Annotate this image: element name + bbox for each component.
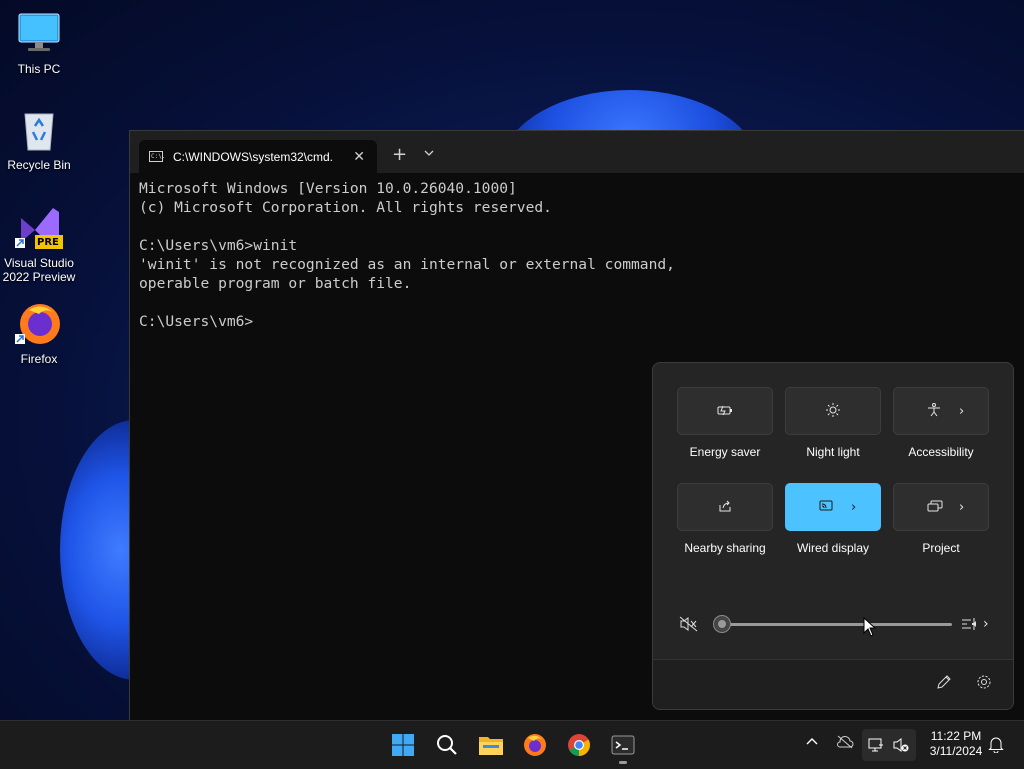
start-icon[interactable] [387, 729, 419, 761]
tile-project[interactable]: › [893, 483, 989, 531]
tile-wired-display[interactable]: › [785, 483, 881, 531]
file-explorer-icon[interactable] [475, 729, 507, 761]
share-icon [718, 499, 732, 516]
tile-label: Accessibility [908, 445, 974, 459]
desktop-icon-firefox[interactable]: Firefox [1, 300, 77, 366]
network-wired-icon [868, 737, 884, 757]
desktop-icon-this-pc[interactable]: This PC [1, 10, 77, 76]
energy-saver-icon [717, 404, 733, 419]
console-output[interactable]: Microsoft Windows [Version 10.0.26040.10… [139, 179, 675, 331]
tile-night-light[interactable] [785, 387, 881, 435]
tile-label: Project [922, 541, 960, 555]
tile-label: Nearby sharing [684, 541, 766, 555]
chevron-right-icon[interactable]: › [959, 500, 964, 515]
firefox-icon[interactable] [519, 729, 551, 761]
close-tab-icon[interactable]: ✕ [353, 149, 365, 165]
cmd-icon: C:\. [149, 151, 166, 162]
audio-output-icon[interactable] [961, 616, 979, 636]
desktop-icon-visual-studio[interactable]: PRE Visual Studio 2022 Preview [1, 204, 77, 284]
desktop-icon-recycle-bin[interactable]: Recycle Bin [1, 106, 77, 172]
tile-nearby-sharing[interactable] [677, 483, 773, 531]
desktop-icon-label: Visual Studio 2022 Preview [2, 256, 76, 284]
monitor-icon [15, 10, 63, 58]
tile-energy-saver[interactable] [677, 387, 773, 435]
volume-slider-track[interactable] [722, 623, 952, 626]
volume-muted-icon[interactable] [679, 616, 699, 636]
cast-icon [819, 500, 833, 515]
new-tab-button[interactable]: + [392, 144, 407, 165]
accessibility-icon [927, 402, 941, 420]
clock-time: 11:22 PM [930, 729, 982, 743]
terminal-icon[interactable] [607, 729, 639, 761]
volume-slider-thumb[interactable] [713, 615, 731, 633]
preview-badge: PRE [37, 237, 59, 248]
quick-settings-tray-button[interactable] [862, 729, 916, 761]
edit-pencil-icon[interactable] [936, 674, 952, 694]
tile-label: Energy saver [689, 445, 761, 459]
notification-bell-icon[interactable] [988, 736, 1004, 756]
quick-settings-footer [653, 659, 1013, 709]
volume-muted-icon [893, 737, 909, 757]
recycle-bin-icon [15, 106, 63, 154]
chevron-right-icon[interactable]: › [851, 500, 856, 515]
quick-settings-panel: › Energy saver Night light Accessibility… [652, 362, 1014, 710]
night-light-icon [826, 402, 840, 420]
taskbar-clock[interactable]: 11:22 PM 3/11/2024 [920, 729, 992, 759]
terminal-titlebar[interactable]: C:\. C:\WINDOWS\system32\cmd. ✕ + [130, 131, 1024, 173]
search-icon[interactable] [431, 729, 463, 761]
tile-accessibility[interactable]: › [893, 387, 989, 435]
terminal-tab[interactable]: C:\. C:\WINDOWS\system32\cmd. ✕ [139, 140, 377, 173]
chevron-down-icon[interactable] [424, 146, 434, 160]
visual-studio-icon: PRE [15, 204, 63, 252]
desktop-icon-label: Firefox [20, 352, 58, 366]
chevron-right-icon[interactable]: › [959, 404, 964, 419]
firefox-icon [15, 300, 63, 348]
desktop-icon-label: Recycle Bin [7, 158, 71, 172]
clock-date: 3/11/2024 [929, 744, 983, 758]
chevron-right-icon[interactable]: › [983, 616, 989, 632]
tile-label: Wired display [796, 541, 870, 555]
gear-icon[interactable] [976, 674, 992, 694]
chrome-icon[interactable] [563, 729, 595, 761]
desktop-icon-label: This PC [17, 62, 61, 76]
onedrive-offline-icon[interactable] [836, 735, 854, 752]
tab-title: C:\WINDOWS\system32\cmd. [173, 149, 334, 164]
project-icon [927, 500, 943, 515]
tile-label: Night light [806, 445, 860, 459]
active-app-indicator [619, 761, 627, 764]
tray-overflow-icon[interactable] [805, 735, 819, 749]
taskbar: 11:22 PM 3/11/2024 [0, 720, 1024, 769]
